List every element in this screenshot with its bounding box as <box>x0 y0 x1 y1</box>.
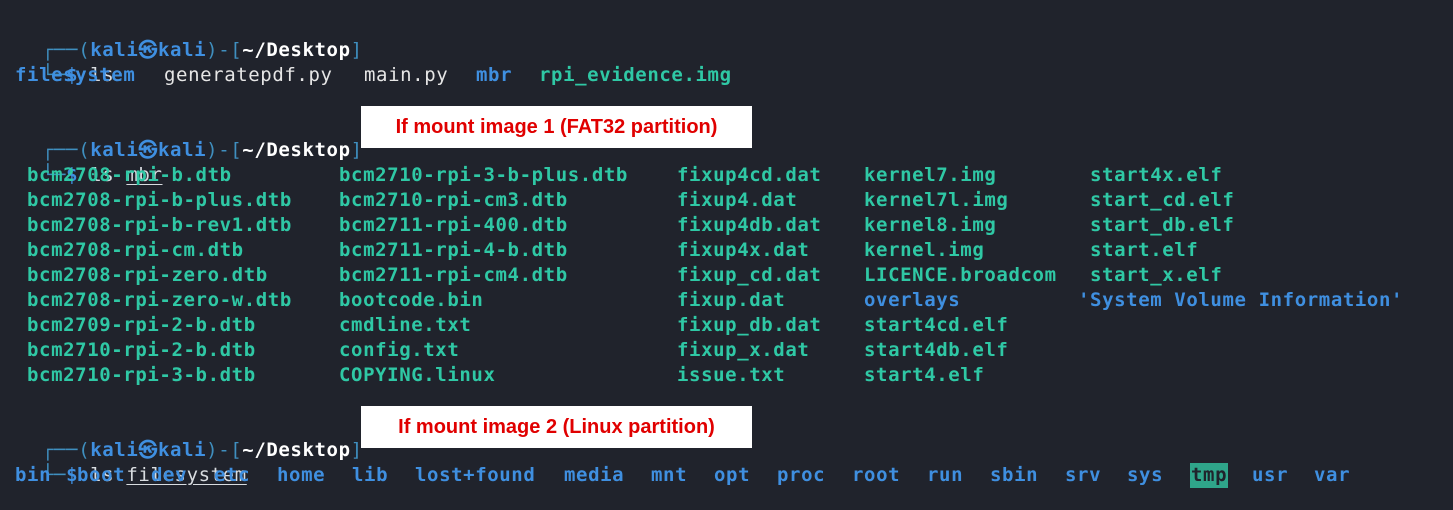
ls-file-entry: config.txt <box>339 339 460 361</box>
ls-file-entry: bcm2708-rpi-b-plus.dtb <box>27 189 292 211</box>
ls-file-entry: start_x.elf <box>1090 264 1223 286</box>
prompt-path: ~/Desktop <box>242 439 351 461</box>
ls-file-entry: kernel7l.img <box>864 189 1009 211</box>
ls-file-entry: bcm2711-rpi-cm4.dtb <box>339 264 568 286</box>
prompt-line-2: ┌──(kali㉿kali)-[~/Desktop] <box>42 139 363 161</box>
ls-entry: generatepdf.py <box>164 64 333 86</box>
ls-file-entry: start4cd.elf <box>864 314 1009 336</box>
ls-file-entry: kernel.img <box>864 239 985 261</box>
ls-entry: dev <box>151 464 188 486</box>
ls-file-entry: bcm2711-rpi-4-b.dtb <box>339 239 568 261</box>
ls-entry: lost+found <box>415 464 536 486</box>
prompt-line-1: ┌──(kali㉿kali)-[~/Desktop] <box>42 39 363 61</box>
prompt-at-icon: ㉿ <box>138 39 158 61</box>
ls-file-entry: start_db.elf <box>1090 214 1235 236</box>
ls-file-entry: bcm2708-rpi-b.dtb <box>27 164 232 186</box>
ls-file-entry: fixup4db.dat <box>677 214 822 236</box>
ls-file-entry: COPYING.linux <box>339 364 496 386</box>
ls-entry: main.py <box>364 64 449 86</box>
ls-file-entry: start4.elf <box>864 364 985 386</box>
command-line-1[interactable]: └─$ ls <box>18 38 114 86</box>
ls-file-entry: bcm2710-rpi-2-b.dtb <box>27 339 256 361</box>
ls-entry: srv <box>1065 464 1102 486</box>
ls-entry: filesystem <box>15 64 136 86</box>
ls-file-entry: start4x.elf <box>1090 164 1223 186</box>
ls-entry: media <box>564 464 625 486</box>
ls-file-entry: bcm2710-rpi-3-b.dtb <box>27 364 256 386</box>
ls-entry: rpi_evidence.img <box>539 64 732 86</box>
callout-fat32: If mount image 1 (FAT32 partition) <box>361 106 752 148</box>
ls-entry: boot <box>77 464 126 486</box>
ls-file-entry: fixup4.dat <box>677 189 798 211</box>
ls-file-entry: kernel8.img <box>864 214 997 236</box>
ls-file-entry: LICENCE.broadcom <box>864 264 1057 286</box>
ls-entry: var <box>1314 464 1351 486</box>
ls-entry: sbin <box>990 464 1039 486</box>
ls-file-entry: bcm2710-rpi-cm3.dtb <box>339 189 568 211</box>
ls-entry: tmp <box>1190 463 1229 488</box>
ls-file-entry: start4db.elf <box>864 339 1009 361</box>
ls-file-entry: kernel7.img <box>864 164 997 186</box>
ls-entry: root <box>852 464 901 486</box>
ls-entry: mnt <box>651 464 688 486</box>
prompt-path: ~/Desktop <box>242 39 351 61</box>
command-line-2[interactable]: └─$ ls mbr <box>18 138 163 186</box>
ls-file-entry: bcm2709-rpi-2-b.dtb <box>27 314 256 336</box>
ls-entry: mbr <box>476 64 513 86</box>
callout-linux: If mount image 2 (Linux partition) <box>361 406 752 448</box>
ls-entry: home <box>277 464 326 486</box>
ls-file-entry: fixup_x.dat <box>677 339 810 361</box>
ls-file-entry: fixup_db.dat <box>677 314 822 336</box>
ls-file-entry: bcm2710-rpi-3-b-plus.dtb <box>339 164 628 186</box>
command-line-3[interactable]: └─$ ls filesystem <box>18 438 247 486</box>
prompt-host: kali <box>158 139 207 161</box>
ls-file-entry: bcm2708-rpi-zero-w.dtb <box>27 289 292 311</box>
ls-entry: opt <box>714 464 751 486</box>
ls-file-entry: fixup4x.dat <box>677 239 810 261</box>
ls-entry: etc <box>214 464 251 486</box>
ls-file-entry: bcm2708-rpi-cm.dtb <box>27 239 244 261</box>
prompt-path: ~/Desktop <box>242 139 351 161</box>
ls-file-entry: cmdline.txt <box>339 314 472 336</box>
ls-entry: proc <box>777 464 826 486</box>
ls-file-entry: start.elf <box>1090 239 1199 261</box>
ls-file-entry: start_cd.elf <box>1090 189 1235 211</box>
ls-dir-entry: 'System Volume Information' <box>1078 289 1404 311</box>
prompt-host: kali <box>158 39 207 61</box>
ls-entry: sys <box>1127 464 1164 486</box>
ls-dir-entry: overlays <box>864 289 961 311</box>
ls-entry: lib <box>352 464 389 486</box>
prompt-line-3: ┌──(kali㉿kali)-[~/Desktop] <box>42 439 363 461</box>
ls-entry: run <box>927 464 964 486</box>
ls-file-entry: bootcode.bin <box>339 289 484 311</box>
ls-file-entry: fixup.dat <box>677 289 786 311</box>
ls-file-entry: bcm2711-rpi-400.dtb <box>339 214 568 236</box>
ls-file-entry: fixup4cd.dat <box>677 164 822 186</box>
ls-file-entry: fixup_cd.dat <box>677 264 822 286</box>
ls-file-entry: issue.txt <box>677 364 786 386</box>
ls-file-entry: bcm2708-rpi-zero.dtb <box>27 264 268 286</box>
ls-file-entry: bcm2708-rpi-b-rev1.dtb <box>27 214 292 236</box>
terminal-window[interactable]: { "prompt": { "open": "┌──(", "user": "k… <box>0 0 1453 510</box>
ls-entry: usr <box>1252 464 1289 486</box>
ls-entry: bin <box>15 464 52 486</box>
